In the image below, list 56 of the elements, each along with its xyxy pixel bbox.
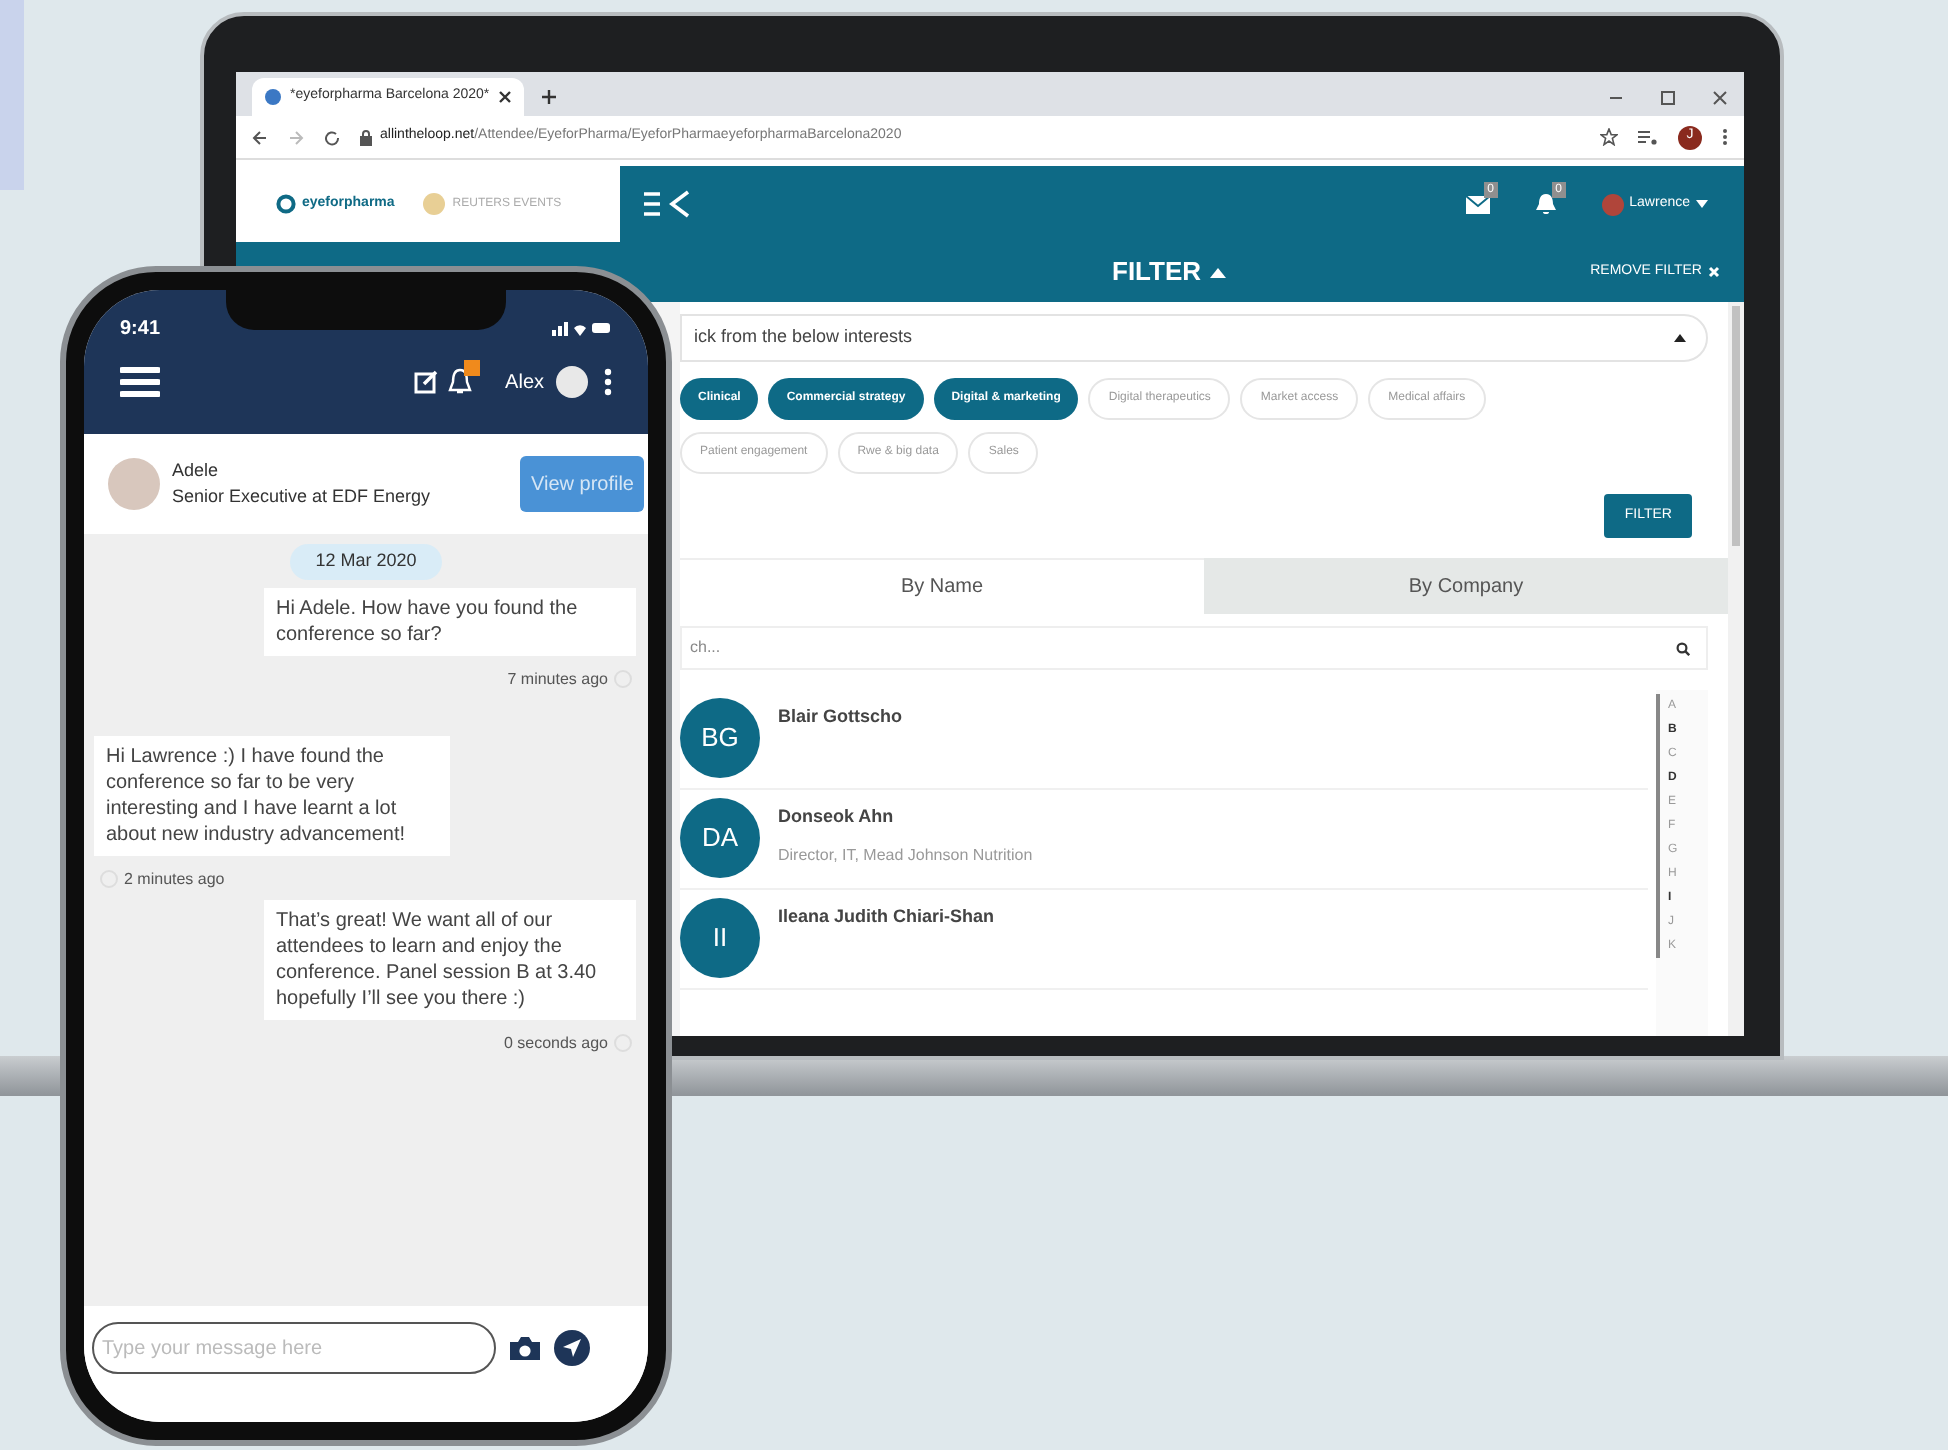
bell-icon[interactable] <box>1533 194 1558 214</box>
message-time: 2 minutes ago <box>124 867 225 891</box>
attendee-row[interactable]: BG Blair Gottscho <box>680 690 1648 790</box>
initials-avatar: DA <box>680 798 760 878</box>
send-icon[interactable] <box>554 1330 590 1366</box>
attendee-row[interactable]: DA Donseok Ahn Director, IT, Mead Johnson Nutrition <box>680 790 1648 890</box>
message-time: 0 seconds ago <box>503 1031 608 1055</box>
scroll-thumb[interactable] <box>1732 306 1740 546</box>
caret-up-icon <box>1209 267 1226 277</box>
camera-icon[interactable] <box>508 1334 542 1362</box>
star-icon[interactable] <box>1600 128 1618 146</box>
more-icon[interactable] <box>1722 128 1728 146</box>
filter-toggle[interactable]: FILTER <box>1112 252 1226 292</box>
tab[interactable]: By Company <box>1204 558 1728 614</box>
contact-role: Senior Executive at EDF Energy <box>172 484 431 510</box>
notification-badge <box>463 360 480 376</box>
lock-icon <box>360 129 372 145</box>
more-icon[interactable] <box>604 368 612 396</box>
contact-name: Adele <box>172 457 221 483</box>
attendee-name: Blair Gottscho <box>778 704 903 730</box>
playlist-icon[interactable] <box>1638 128 1658 146</box>
message-input[interactable]: Type your message here <box>92 1322 496 1374</box>
interests-dropdown[interactable]: ick from the below interests <box>680 314 1708 362</box>
ring-icon <box>276 194 296 214</box>
search-icon <box>1676 641 1690 655</box>
status-icons <box>552 320 612 336</box>
menu-collapse-icon[interactable] <box>644 190 692 218</box>
message-bubble: That’s great! We want all of our attendees to learn and enjoy the conference. Panel session B at 3.40 hopefully I’ll see you there :) <box>264 899 636 1019</box>
close-icon <box>498 90 512 104</box>
search-field[interactable]: ch... <box>680 626 1708 670</box>
attendee-row[interactable]: II Ileana Judith Chiari-Shan <box>680 890 1648 990</box>
dot-circle-icon <box>422 192 447 216</box>
message-bubble: Hi Adele. How have you found the conference so far? <box>264 587 636 655</box>
reload-icon[interactable] <box>324 129 340 145</box>
globe-icon <box>264 88 282 106</box>
mail-icon[interactable] <box>1465 194 1490 214</box>
close-icon[interactable] <box>1712 90 1728 106</box>
plus-icon[interactable] <box>540 88 558 106</box>
user-name: Alex <box>505 369 544 397</box>
caret-up-icon <box>1674 334 1686 342</box>
edit-icon[interactable] <box>413 370 438 394</box>
bell-icon[interactable] <box>445 368 474 396</box>
close-icon <box>1708 266 1720 278</box>
maximize-icon[interactable] <box>1660 90 1676 106</box>
caret-icon <box>1696 200 1708 208</box>
back-arrow-icon[interactable] <box>252 129 268 145</box>
date-pill: 12 Mar 2020 <box>289 544 443 579</box>
message-bubble: Hi Lawrence :) I have found the conference so far to be very interesting and I have learnt a lot about new industry advancement! <box>94 735 450 855</box>
menu-icon[interactable] <box>120 366 160 398</box>
attendee-name: Donseok Ahn <box>778 804 896 830</box>
attendee-title: Director, IT, Mead Johnson Nutrition <box>778 843 1033 867</box>
message-time: 7 minutes ago <box>507 667 608 691</box>
initials-avatar: BG <box>680 698 760 778</box>
attendee-name: Ileana Judith Chiari-Shan <box>778 904 995 930</box>
initials-avatar: II <box>680 898 760 978</box>
status-time: 9:41 <box>120 315 161 343</box>
